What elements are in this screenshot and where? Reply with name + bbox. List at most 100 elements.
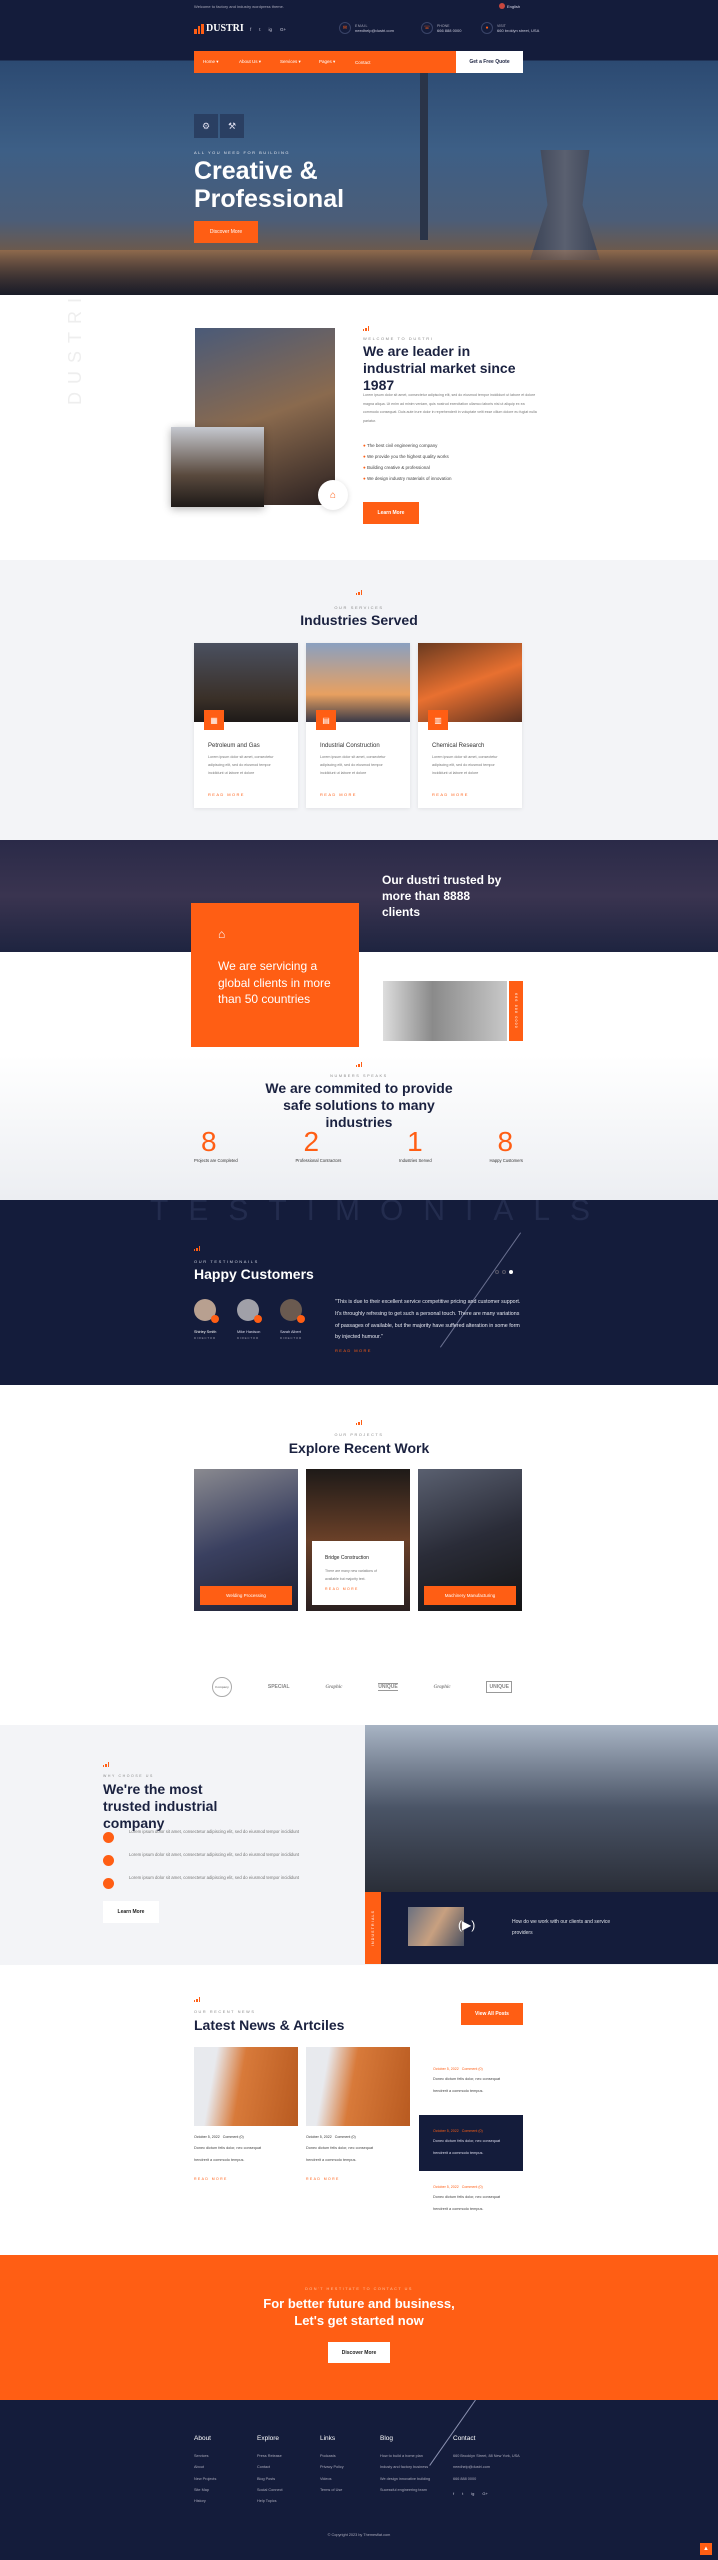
service-card[interactable]: ▥ Chemical Research Lorem ipsum dolor si…	[418, 643, 522, 808]
logo[interactable]: DUSTRI	[194, 23, 244, 34]
header: Welcome to factory and industry wordpres…	[0, 0, 718, 295]
footer-link[interactable]: Social Connect	[257, 2488, 320, 2499]
footer-email[interactable]: needhelp@dustri.com	[453, 2465, 528, 2476]
video-thumbnail[interactable]	[408, 1907, 464, 1946]
projects-section: OUR PROJECTS Explore Recent Work Welding…	[0, 1385, 718, 1665]
check-icon: ●	[363, 454, 366, 459]
about-title: We are leader in industrial market since…	[363, 343, 516, 393]
news-title: Latest News & Artciles	[194, 2017, 345, 2033]
slider-dot[interactable]	[495, 1270, 499, 1274]
news-image	[306, 2047, 410, 2126]
scroll-to-top-button[interactable]: ▲	[700, 2543, 712, 2555]
logo-mark-icon	[194, 24, 205, 34]
discover-more-button[interactable]: Discover More	[194, 221, 258, 243]
footer-link[interactable]: Industy and factory business	[380, 2465, 453, 2476]
language-selector[interactable]: English	[499, 3, 520, 9]
footer-link[interactable]: How to build a home plan	[380, 2454, 453, 2465]
news-card[interactable]: October 5, 2022 Comment (0) Donec dictum…	[194, 2047, 298, 2181]
footer-link[interactable]: Terms of Use	[320, 2488, 380, 2499]
footer-link[interactable]: About	[194, 2465, 257, 2476]
learn-more-button[interactable]: Learn More	[363, 502, 419, 524]
client-logo[interactable]: Company	[212, 1677, 232, 1697]
nav-about[interactable]: About Us ▾	[239, 59, 280, 65]
contact-email[interactable]: ✉ EMAIL needhelp@dustri.com	[339, 22, 407, 34]
client-logo[interactable]: Graphic	[434, 1685, 451, 1690]
contact-phone[interactable]: ☏ PHONE 666 888 0000	[421, 22, 467, 34]
twitter-icon[interactable]: t	[462, 2491, 463, 2496]
footer-link[interactable]: Press Release	[257, 2454, 320, 2465]
slider-dot-active[interactable]	[509, 1270, 513, 1274]
footer-phone[interactable]: 666 888 0000	[453, 2477, 528, 2488]
contact-visit[interactable]: ● VISIT 660 broklyn street, USA	[481, 22, 539, 34]
client-logo[interactable]: UNIQUE	[486, 1681, 512, 1693]
free-quote-button[interactable]: Get a Free Quote	[456, 51, 523, 73]
numbers-title: We are commited to provide safe solution…	[265, 1080, 453, 1130]
slider-dot[interactable]	[502, 1270, 506, 1274]
play-icon[interactable]: (▶)	[458, 1918, 475, 1932]
client-logo[interactable]: UNIQUE	[378, 1683, 398, 1691]
city-background	[0, 840, 718, 952]
footer-link[interactable]: Help Topics	[257, 2499, 320, 2510]
learn-more-button[interactable]: Learn More	[103, 1901, 159, 1923]
read-more-link[interactable]: READ MORE	[320, 792, 357, 797]
services-section: OUR SERVICES Industries Served ▦ Petrole…	[0, 560, 718, 840]
read-more-link[interactable]: READ MORE	[432, 792, 469, 797]
city-image	[365, 1725, 718, 1892]
main-nav: Home ▾ About Us ▾ Services ▾ Pages ▾ Con…	[194, 51, 523, 73]
nav-pages[interactable]: Pages ▾	[319, 59, 355, 65]
read-more-link[interactable]: READ MORE	[335, 1348, 372, 1353]
customer-avatar[interactable]: Shirley Smith DIRECTOR	[194, 1299, 219, 1340]
read-more-link[interactable]: READ MORE	[325, 1587, 391, 1591]
client-logo[interactable]: SPECIAL	[268, 1684, 290, 1690]
google-plus-icon[interactable]: G+	[280, 27, 286, 32]
factory-image	[171, 427, 264, 507]
footer-link[interactable]: History	[194, 2499, 257, 2510]
instagram-icon[interactable]: ig	[471, 2491, 474, 2496]
side-post[interactable]: October 5, 2022 Comment (0) Donec dictum…	[419, 2171, 523, 2227]
read-more-link[interactable]: READ MORE	[306, 2177, 410, 2181]
view-all-posts-button[interactable]: View All Posts	[461, 2003, 523, 2025]
nav-home[interactable]: Home ▾	[203, 59, 239, 65]
facebook-icon[interactable]: f	[453, 2491, 454, 2496]
testimonials-title: Happy Customers	[194, 1266, 314, 1282]
project-card[interactable]: Welding Processing	[194, 1469, 298, 1611]
project-card[interactable]: Machinery Manufacturing	[418, 1469, 522, 1611]
phone-icon: ☏	[421, 22, 433, 34]
discover-more-button[interactable]: Discover More	[328, 2342, 390, 2363]
footer-link[interactable]: Site Map	[194, 2488, 257, 2499]
google-plus-icon[interactable]: G+	[482, 2491, 487, 2496]
service-card[interactable]: ▦ Petroleum and Gas Lorem ipsum dolor si…	[194, 643, 298, 808]
nav-contact[interactable]: Contact	[355, 60, 371, 65]
footer-link[interactable]: Blog Posts	[257, 2477, 320, 2488]
footer-link[interactable]: Services	[194, 2454, 257, 2465]
customer-avatar[interactable]: Sarah Albert DIRECTOR	[280, 1299, 305, 1340]
location-icon: ●	[481, 22, 493, 34]
read-more-link[interactable]: READ MORE	[208, 792, 245, 797]
side-post[interactable]: October 5, 2022 Comment (0) Donec dictum…	[419, 2059, 523, 2115]
twitter-icon[interactable]: t	[259, 27, 260, 32]
footer-link[interactable]: Privacy Policy	[320, 2465, 380, 2476]
footer-link[interactable]: Videos	[320, 2477, 380, 2488]
client-logo[interactable]: Graphic	[325, 1685, 342, 1690]
project-card[interactable]: Bridge Construction There are many new v…	[306, 1469, 410, 1611]
service-card[interactable]: ▤ Industrial Construction Lorem ipsum do…	[306, 643, 410, 808]
instagram-icon[interactable]: ig	[269, 27, 273, 32]
linkedin-icon	[103, 1832, 114, 1843]
read-more-link[interactable]: READ MORE	[194, 2177, 298, 2181]
customer-avatar[interactable]: Mike Hardson DIRECTOR	[237, 1299, 262, 1340]
footer-link[interactable]: New Projects	[194, 2477, 257, 2488]
news-card[interactable]: October 5, 2022 Comment (0) Donec dictum…	[306, 2047, 410, 2181]
trusted-title: Our dustri trusted by more than 8888 cli…	[382, 873, 502, 919]
footer-link[interactable]: We design innovative building	[380, 2477, 453, 2488]
facebook-icon[interactable]: f	[250, 27, 251, 32]
footer-link[interactable]: Podcasts	[320, 2454, 380, 2465]
linkedin-icon	[103, 1878, 114, 1889]
footer-link[interactable]: Contact	[257, 2465, 320, 2476]
footer-col-explore: Explore Press Release Contact Blog Posts So…	[257, 2435, 320, 2510]
phone-vertical-tag[interactable]: 666 888 0000	[509, 981, 523, 1041]
news-image	[194, 2047, 298, 2126]
list-item: ● Building creative & professional	[363, 465, 430, 470]
footer-link[interactable]: Sucessful engineering team	[380, 2488, 453, 2499]
side-post-active[interactable]: October 5, 2022 Comment (0) Donec dictum…	[419, 2115, 523, 2171]
nav-services[interactable]: Services ▾	[280, 59, 319, 65]
